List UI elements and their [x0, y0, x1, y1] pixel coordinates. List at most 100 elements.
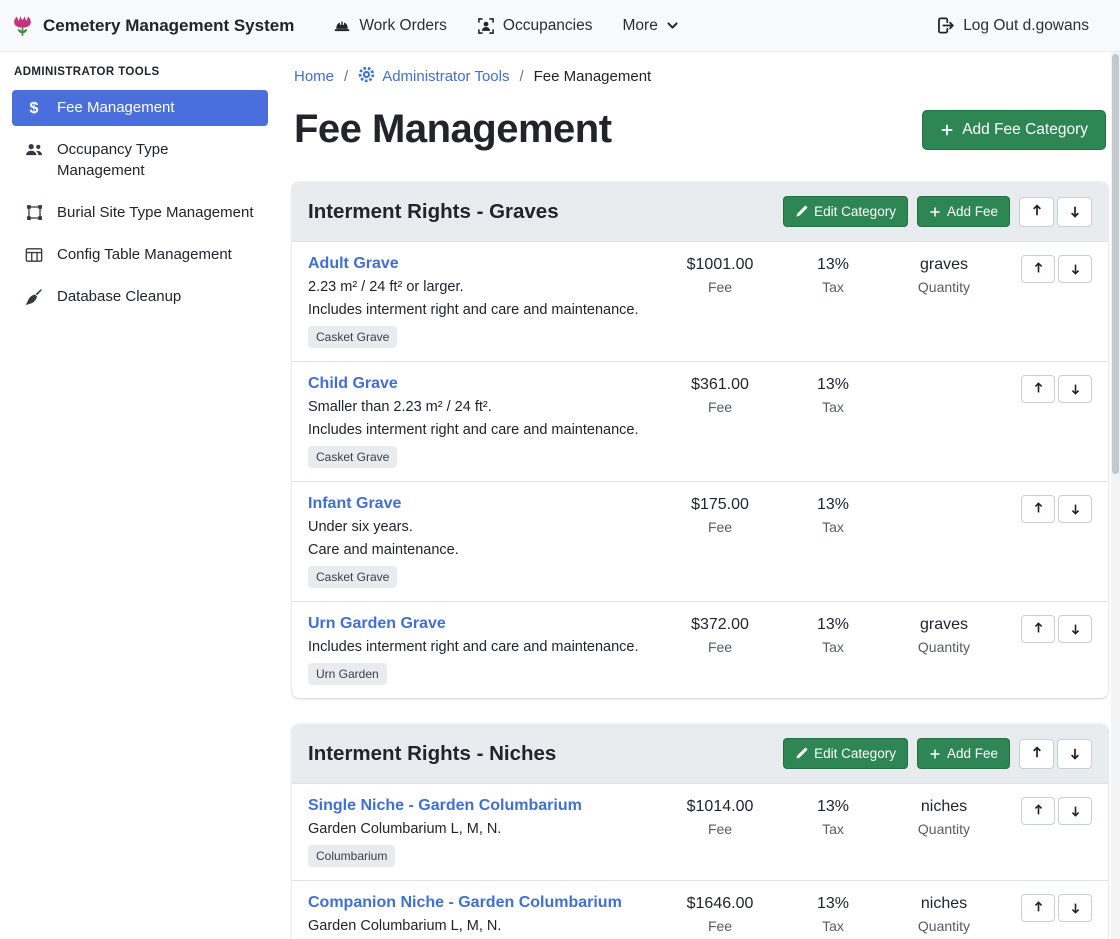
move-fee-down-button[interactable]: [1058, 797, 1092, 825]
fee-info: Companion Niche - Garden Columbarium Gar…: [308, 894, 655, 939]
fee-description: Includes interment right and care and ma…: [308, 639, 647, 655]
fee-type-badge: Casket Grave: [308, 326, 397, 348]
category-title: Interment Rights - Niches: [308, 742, 556, 766]
move-fee-down-button[interactable]: [1058, 615, 1092, 643]
tax-label: Tax: [785, 399, 881, 415]
nav-item-more[interactable]: More: [610, 9, 692, 43]
move-category-down-button[interactable]: [1057, 197, 1092, 227]
fee-amount-column: $361.00 Fee: [655, 375, 785, 415]
add-fee-button[interactable]: Add Fee: [917, 738, 1010, 769]
scrollbar-track[interactable]: [1111, 52, 1120, 939]
move-fee-up-button[interactable]: [1021, 375, 1055, 403]
breadcrumb-current: Fee Management: [534, 68, 652, 85]
move-fee-down-button[interactable]: [1058, 375, 1092, 403]
fee-row: Child Grave Smaller than 2.23 m² / 24 ft…: [292, 361, 1108, 481]
tax-label: Tax: [785, 279, 881, 295]
fee-info: Single Niche - Garden Columbarium Garden…: [308, 797, 655, 867]
sidebar-item-label: Database Cleanup: [57, 287, 181, 307]
fee-amount-label: Fee: [655, 519, 785, 535]
fee-amount-label: Fee: [655, 399, 785, 415]
fee-reorder-controls: [1021, 375, 1092, 403]
tax-column: 13% Tax: [785, 495, 881, 535]
quantity-label: Quantity: [881, 639, 1007, 655]
sidebar-item-config-table-management[interactable]: Config Table Management: [12, 237, 268, 273]
fee-name-link[interactable]: Child Grave: [308, 375, 398, 393]
category-reorder-controls: [1019, 197, 1092, 227]
arrow-up-icon: [1030, 203, 1044, 220]
breadcrumb-home-link[interactable]: Home: [294, 68, 334, 85]
arrow-down-icon: [1069, 263, 1082, 276]
add-fee-button[interactable]: Add Fee: [917, 196, 1010, 227]
tax-value: 13%: [785, 895, 881, 913]
move-fee-down-button[interactable]: [1058, 495, 1092, 523]
move-fee-down-button[interactable]: [1058, 894, 1092, 922]
arrow-up-icon: [1032, 803, 1045, 819]
plus-icon: [929, 206, 941, 218]
fee-amount-label: Fee: [655, 918, 785, 934]
category-header: Interment Rights - Niches Edit Category …: [292, 724, 1108, 783]
table-icon: [24, 246, 44, 264]
move-category-up-button[interactable]: [1019, 739, 1054, 769]
add-fee-category-label: Add Fee Category: [962, 121, 1088, 139]
broom-icon: [24, 288, 44, 306]
fee-info: Urn Garden Grave Includes interment righ…: [308, 615, 655, 685]
tax-column: 13% Tax: [785, 375, 881, 415]
fee-name-link[interactable]: Single Niche - Garden Columbarium: [308, 797, 582, 815]
move-category-up-button[interactable]: [1019, 197, 1054, 227]
scrollbar-thumb[interactable]: [1112, 54, 1119, 474]
fee-description: Includes interment right and care and ma…: [308, 302, 647, 318]
quantity-column: niches Quantity: [881, 797, 1007, 837]
tax-value: 13%: [785, 256, 881, 274]
fee-reorder-controls: [1021, 797, 1092, 825]
quantity-label: Quantity: [881, 918, 1007, 934]
edit-category-button[interactable]: Edit Category: [783, 196, 908, 227]
arrow-up-icon: [1032, 381, 1045, 397]
nav-item-label: Work Orders: [359, 17, 447, 35]
move-fee-up-button[interactable]: [1021, 615, 1055, 643]
fee-name-link[interactable]: Companion Niche - Garden Columbarium: [308, 894, 622, 912]
fee-name-link[interactable]: Infant Grave: [308, 495, 401, 513]
logout-button[interactable]: Log Out d.gowans: [923, 8, 1102, 43]
move-fee-up-button[interactable]: [1021, 255, 1055, 283]
sidebar-item-fee-management[interactable]: $ Fee Management: [12, 90, 268, 126]
move-fee-down-button[interactable]: [1058, 255, 1092, 283]
nav-item-occupancies[interactable]: Occupancies: [464, 9, 606, 43]
sidebar-item-occupancy-type-management[interactable]: Occupancy Type Management: [12, 132, 268, 189]
fee-name-link[interactable]: Urn Garden Grave: [308, 615, 446, 633]
fee-row: Companion Niche - Garden Columbarium Gar…: [292, 880, 1108, 939]
fee-type-badge: Urn Garden: [308, 663, 387, 685]
sidebar-item-burial-site-type-management[interactable]: Burial Site Type Management: [12, 195, 268, 231]
fee-row: Adult Grave 2.23 m² / 24 ft² or larger.I…: [292, 241, 1108, 361]
tax-value: 13%: [785, 798, 881, 816]
dollar-icon: $: [24, 99, 44, 118]
add-fee-category-button[interactable]: Add Fee Category: [922, 110, 1106, 150]
edit-category-label: Edit Category: [814, 746, 896, 761]
occupancy-frame-icon: [477, 17, 495, 35]
arrow-up-icon: [1032, 261, 1045, 277]
move-fee-up-button[interactable]: [1021, 797, 1055, 825]
breadcrumb-admin-tools-link[interactable]: Administrator Tools: [358, 66, 509, 87]
sidebar-item-database-cleanup[interactable]: Database Cleanup: [12, 279, 268, 315]
edit-category-button[interactable]: Edit Category: [783, 738, 908, 769]
move-fee-up-button[interactable]: [1021, 894, 1055, 922]
sidebar-header: ADMINISTRATOR TOOLS: [14, 66, 266, 78]
page-title: Fee Management: [294, 107, 612, 152]
nav-item-work-orders[interactable]: Work Orders: [320, 9, 460, 43]
fee-amount-column: $1014.00 Fee: [655, 797, 785, 837]
fee-name-link[interactable]: Adult Grave: [308, 255, 399, 273]
move-category-down-button[interactable]: [1057, 739, 1092, 769]
fee-category-card: Interment Rights - Graves Edit Category …: [292, 182, 1108, 698]
brand-link[interactable]: Cemetery Management System: [10, 13, 294, 38]
move-fee-up-button[interactable]: [1021, 495, 1055, 523]
fee-reorder-controls: [1021, 894, 1092, 922]
fee-description: Smaller than 2.23 m² / 24 ft².: [308, 399, 647, 415]
fee-info: Child Grave Smaller than 2.23 m² / 24 ft…: [308, 375, 655, 468]
fee-amount-column: $175.00 Fee: [655, 495, 785, 535]
edit-category-label: Edit Category: [814, 204, 896, 219]
sidebar-item-label: Burial Site Type Management: [57, 203, 254, 223]
fee-info: Infant Grave Under six years.Care and ma…: [308, 495, 655, 588]
quantity-column: [881, 495, 1007, 501]
tax-value: 13%: [785, 376, 881, 394]
tax-value: 13%: [785, 496, 881, 514]
chevron-down-icon: [666, 19, 679, 32]
